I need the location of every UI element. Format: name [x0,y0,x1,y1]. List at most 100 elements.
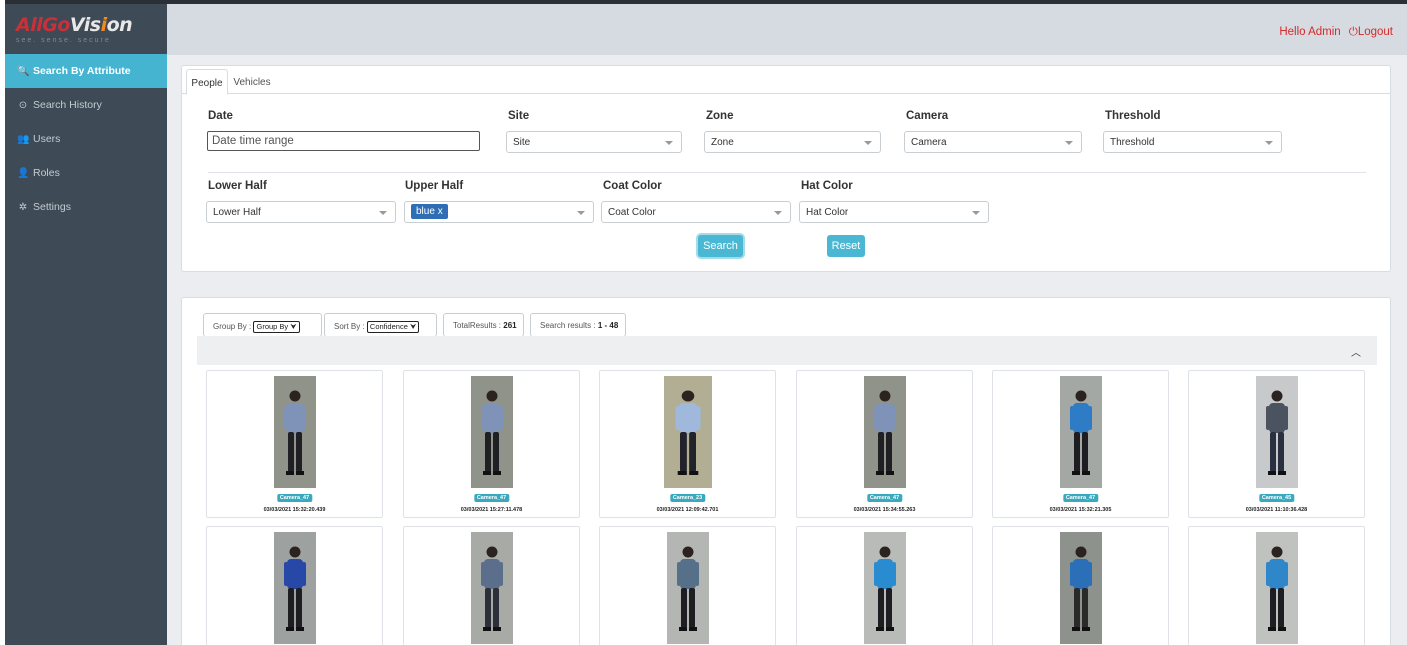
result-timestamp: 03/03/2021 15:32:21.305 [1049,507,1112,513]
result-card[interactable]: Camera_23 03/03/2021 12:09:42.701 [599,370,776,518]
app-logo[interactable]: AllGoVision see. sense. secure [5,4,167,54]
person-thumbnail[interactable] [1255,532,1298,644]
camera-badge: Camera_23 [669,494,706,502]
sidebar-item-label: Search History [33,99,102,111]
coat-color-select[interactable]: Coat Color [601,201,791,223]
person-thumbnail[interactable] [1059,532,1102,644]
upper-half-chip[interactable]: blue x [411,204,448,219]
user-area: Hello Admin ⏻Logout [1279,26,1393,39]
greeting-text: Hello Admin [1279,26,1341,38]
result-card[interactable] [796,526,973,645]
threshold-select[interactable]: Threshold [1103,131,1282,153]
result-card[interactable]: Camera_47 03/03/2021 15:32:21.305 [992,370,1169,518]
person-thumbnail[interactable] [663,376,712,488]
lower-half-select[interactable]: Lower Half [206,201,396,223]
chevron-down-icon [379,211,387,215]
sidebar-item-settings[interactable]: ✲ Settings [5,190,167,224]
sidebar-item-search-history[interactable]: ⊙ Search History [5,88,167,122]
coat-color-label: Coat Color [603,180,662,192]
camera-select[interactable]: Camera [904,131,1082,153]
reset-button[interactable]: Reset [827,235,865,257]
result-timestamp: 03/03/2021 15:34:55.263 [853,507,916,513]
result-card[interactable] [599,526,776,645]
history-icon: ⊙ [18,99,28,111]
result-card[interactable]: Camera_47 03/03/2021 15:34:55.263 [796,370,973,518]
chip-remove-icon[interactable]: x [438,206,443,217]
upper-half-label: Upper Half [405,180,464,192]
group-by-select[interactable]: Group By ⮟ [253,321,300,333]
filter-panel: People Vehicles Date Date time range Sit… [181,65,1391,272]
chevron-down-icon [864,141,872,145]
users-icon: 👥 [17,133,30,145]
result-card[interactable] [403,526,580,645]
logout-label: Logout [1357,26,1393,38]
person-thumbnail[interactable] [470,532,513,644]
result-card[interactable]: Camera_45 03/03/2021 11:10:36.428 [1188,370,1365,518]
sidebar: AllGoVision see. sense. secure 🔍 Search B… [5,4,167,645]
person-thumbnail[interactable] [1059,376,1102,488]
gear-icon: ✲ [18,201,28,213]
chevron-up-icon[interactable]: ︿ [1351,344,1361,359]
search-icon: 🔍 [17,65,30,77]
sidebar-item-users[interactable]: 👥 Users [5,122,167,156]
person-thumbnail[interactable] [273,376,316,488]
camera-badge: Camera_47 [866,494,903,502]
person-thumbnail[interactable] [666,532,709,644]
results-panel: Group By : Group By ⮟ Sort By : Confiden… [181,297,1391,645]
roles-icon: 👤 [17,167,30,179]
tab-vehicles[interactable]: Vehicles [230,69,274,95]
result-card[interactable] [206,526,383,645]
result-card[interactable]: Camera_47 03/03/2021 15:32:20.439 [206,370,383,518]
zone-select[interactable]: Zone [704,131,881,153]
chevron-down-icon [774,211,782,215]
power-icon: ⏻ [1348,26,1358,38]
camera-badge: Camera_47 [1062,494,1099,502]
sidebar-item-label: Roles [33,167,60,179]
result-card[interactable] [992,526,1169,645]
search-button[interactable]: Search [698,235,743,257]
sidebar-item-label: Settings [33,201,71,213]
zone-label: Zone [706,110,734,122]
chevron-down-icon [1265,141,1273,145]
date-range-input[interactable]: Date time range [207,131,480,151]
upper-half-select[interactable]: blue x [404,201,594,223]
group-by-control[interactable]: Group By : Group By ⮟ [203,313,322,337]
camera-badge: Camera_47 [276,494,313,502]
lower-half-label: Lower Half [208,180,267,192]
tab-bar: People Vehicles [182,66,1390,95]
filter-divider [208,172,1366,173]
person-thumbnail[interactable] [470,376,513,488]
sidebar-item-roles[interactable]: 👤 Roles [5,156,167,190]
camera-badge: Camera_45 [1258,494,1295,502]
site-select[interactable]: Site [506,131,682,153]
total-results: TotalResults : 261 [443,313,524,337]
chevron-down-icon [1065,141,1073,145]
person-thumbnail[interactable] [863,532,906,644]
tab-people[interactable]: People [186,69,228,95]
chevron-down-icon [972,211,980,215]
result-card[interactable] [1188,526,1365,645]
result-timestamp: 03/03/2021 11:10:36.428 [1245,507,1308,513]
person-thumbnail[interactable] [1255,376,1298,488]
site-label: Site [508,110,530,122]
hat-color-select[interactable]: Hat Color [799,201,989,223]
camera-badge: Camera_47 [473,494,510,502]
results-range: Search results : 1 - 48 [530,313,626,337]
group-header-bar: ︿ [197,336,1377,365]
sort-by-control[interactable]: Sort By : Confidence ⮟ [324,313,437,337]
sidebar-item-label: Users [33,133,61,145]
top-bar: Hello Admin ⏻Logout [167,4,1407,55]
logo-wordmark: AllGoVision [16,14,133,36]
logo-tagline: see. sense. secure [16,37,111,44]
hat-color-label: Hat Color [801,180,853,192]
person-thumbnail[interactable] [273,532,316,644]
threshold-label: Threshold [1105,110,1161,122]
logout-link[interactable]: ⏻Logout [1349,26,1393,39]
sidebar-item-search-by-attribute[interactable]: 🔍 Search By Attribute [5,54,167,88]
chevron-down-icon [577,211,585,215]
result-timestamp: 03/03/2021 12:09:42.701 [656,507,719,513]
sort-by-select[interactable]: Confidence ⮟ [366,321,420,333]
result-card[interactable]: Camera_47 03/03/2021 15:27:11.478 [403,370,580,518]
chevron-down-icon [665,141,673,145]
person-thumbnail[interactable] [863,376,906,488]
